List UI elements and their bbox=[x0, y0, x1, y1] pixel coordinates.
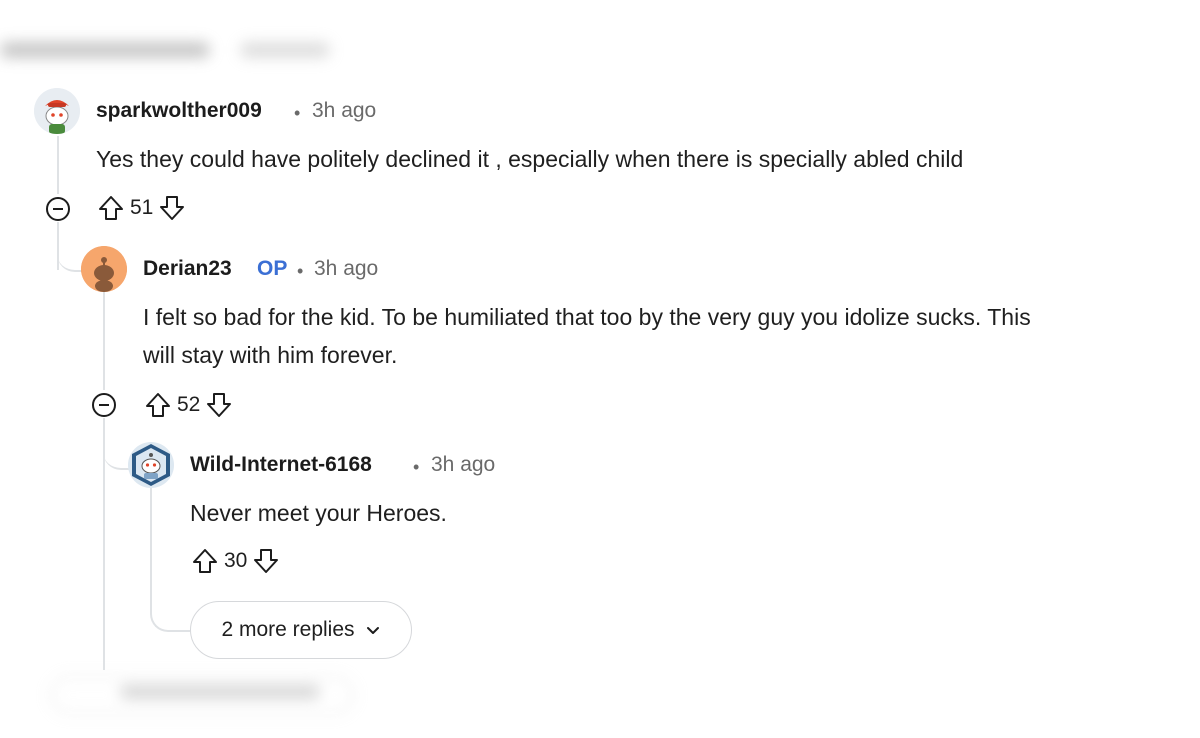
meta-separator: • bbox=[413, 457, 420, 477]
vote-count: 30 bbox=[224, 549, 248, 572]
vote-bar: 52 bbox=[143, 390, 234, 420]
thread-curve-2 bbox=[103, 428, 129, 470]
thread-line-level1 bbox=[57, 136, 59, 194]
meta-separator: • bbox=[294, 103, 301, 123]
avatar[interactable] bbox=[128, 442, 174, 488]
collapse-minus-icon bbox=[46, 197, 70, 221]
comment-body-line: Yes they could have politely declined it… bbox=[96, 146, 964, 172]
vote-count: 51 bbox=[130, 196, 154, 219]
chevron-down-icon bbox=[366, 627, 379, 634]
comment-body: I felt so bad for the kid. To be humilia… bbox=[143, 298, 1193, 374]
username[interactable]: Derian23 bbox=[143, 257, 232, 281]
avatar[interactable] bbox=[34, 88, 80, 134]
meta-separator: • bbox=[297, 261, 304, 281]
vote-bar: 30 bbox=[190, 546, 281, 576]
comment-body-line: will stay with him forever. bbox=[143, 342, 398, 368]
downvote-arrow-icon[interactable] bbox=[157, 193, 187, 223]
username[interactable]: sparkwolther009 bbox=[96, 99, 262, 123]
op-badge: OP bbox=[257, 257, 288, 280]
blurred-parent-header bbox=[0, 36, 360, 72]
blurred-more-replies bbox=[40, 668, 380, 718]
comment-body: Yes they could have politely declined it… bbox=[96, 140, 1176, 178]
thread-line-level1-long bbox=[103, 292, 105, 390]
more-replies-button[interactable]: 2 more replies bbox=[190, 601, 412, 659]
thread-line-level2 bbox=[150, 488, 152, 588]
comment-body-line: I felt so bad for the kid. To be humilia… bbox=[143, 304, 1031, 330]
collapse-minus-icon bbox=[92, 393, 116, 417]
snoo-avatar-icon bbox=[34, 88, 80, 134]
default-snoo-icon bbox=[81, 246, 127, 292]
thread-curve-3 bbox=[150, 588, 190, 632]
comment-body-line: Never meet your Heroes. bbox=[190, 500, 447, 526]
timestamp[interactable]: 3h ago bbox=[314, 257, 378, 281]
timestamp[interactable]: 3h ago bbox=[431, 453, 495, 477]
avatar[interactable] bbox=[81, 246, 127, 292]
timestamp[interactable]: 3h ago bbox=[312, 99, 376, 123]
username[interactable]: Wild-Internet-6168 bbox=[190, 453, 372, 477]
vote-bar: 51 bbox=[96, 193, 187, 223]
thread-curve-1 bbox=[57, 230, 83, 272]
upvote-arrow-icon[interactable] bbox=[143, 390, 173, 420]
comment-body: Never meet your Heroes. bbox=[190, 494, 1170, 532]
collapse-button[interactable] bbox=[45, 196, 71, 222]
collapse-button[interactable] bbox=[91, 392, 117, 418]
downvote-arrow-icon[interactable] bbox=[251, 546, 281, 576]
more-replies-label: 2 more replies bbox=[221, 618, 355, 641]
snoo-avatar-icon bbox=[132, 444, 170, 486]
upvote-arrow-icon[interactable] bbox=[190, 546, 220, 576]
vote-count: 52 bbox=[177, 393, 201, 416]
downvote-arrow-icon[interactable] bbox=[204, 390, 234, 420]
upvote-arrow-icon[interactable] bbox=[96, 193, 126, 223]
